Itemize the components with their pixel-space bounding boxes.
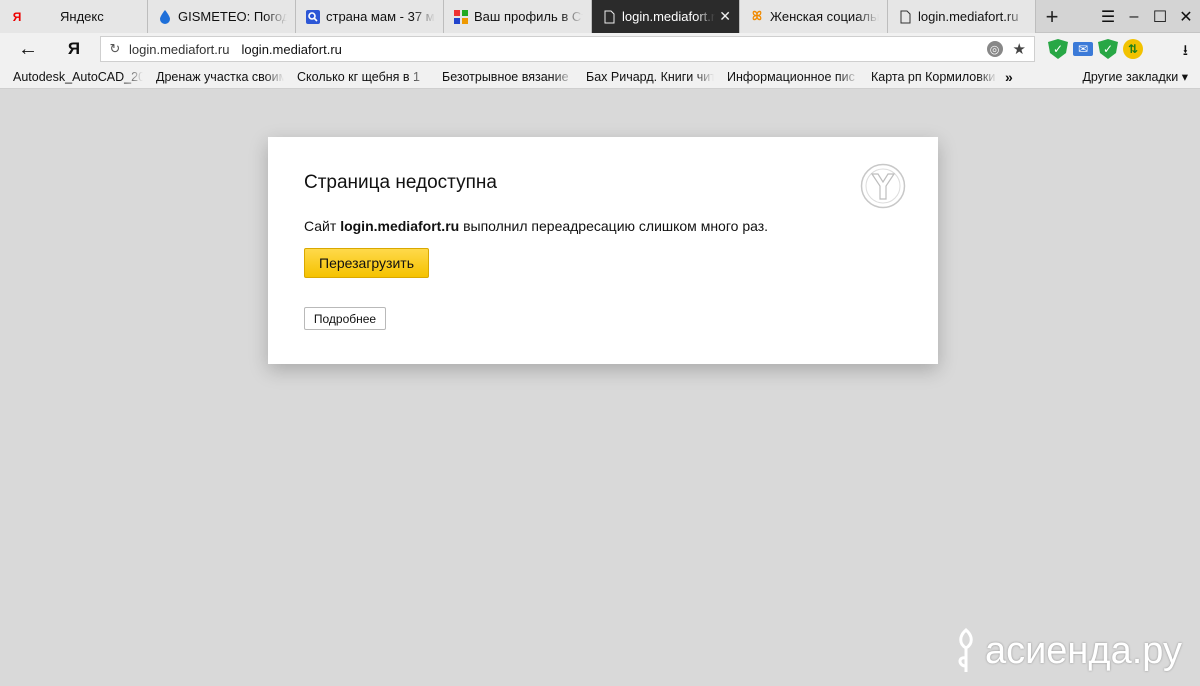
grid-icon <box>454 9 468 24</box>
shield-icon[interactable]: ✓ <box>1098 39 1118 59</box>
other-bookmarks-button[interactable]: Другие закладки ▾ <box>1082 69 1188 84</box>
bookmarks-more-button[interactable]: » <box>1005 69 1013 85</box>
yandex-button[interactable]: Я <box>61 39 87 59</box>
window-controls: ☰ – ☐ ✕ <box>1096 0 1200 33</box>
mail-icon[interactable]: ✉ <box>1073 42 1093 56</box>
tab-label: страна мам - 37 млн <box>326 9 435 24</box>
address-bar[interactable]: ↻ login.mediafort.ru login.mediafort.ru … <box>100 36 1035 62</box>
bookmark-item[interactable]: Карта рп Кормиловки <box>871 70 997 84</box>
yandex-icon: Я <box>12 9 22 24</box>
page-icon <box>898 10 912 24</box>
page-icon <box>602 10 616 24</box>
tab-label: login.mediafort.r <box>622 9 716 24</box>
back-arrow-icon[interactable]: ← <box>15 38 41 61</box>
tab-strana-mam[interactable]: страна мам - 37 млн <box>296 0 444 33</box>
new-tab-button[interactable]: + <box>1038 0 1066 33</box>
maximize-icon[interactable]: ☐ <box>1148 7 1172 27</box>
shield-icon[interactable]: ✓ <box>1048 39 1068 59</box>
reload-icon[interactable]: ↻ <box>101 41 129 57</box>
reload-button[interactable]: Перезагрузить <box>304 248 429 278</box>
tab-label: login.mediafort.ru <box>918 9 1019 24</box>
bookmark-item[interactable]: Дренаж участка своим <box>156 70 284 84</box>
error-message: Сайт login.mediafort.ru выполнил переадр… <box>304 218 769 234</box>
tab-label: Женская социальна <box>770 9 879 24</box>
sync-icon[interactable]: ⇅ <box>1123 39 1143 59</box>
bookmarks-bar: Autodesk_AutoCAD_20 Дренаж участка своим… <box>0 65 1200 89</box>
globe-icon[interactable]: ◎ <box>986 41 1003 57</box>
download-icon[interactable]: ⭳ <box>1183 40 1188 65</box>
menu-icon[interactable]: ☰ <box>1096 7 1120 27</box>
watermark: асиенда.ру <box>953 626 1182 676</box>
star-icon[interactable]: ★ <box>1013 40 1026 58</box>
tab-login[interactable]: login.mediafort.ru <box>888 0 1036 33</box>
close-icon[interactable]: ✕ <box>719 8 731 25</box>
close-window-icon[interactable]: ✕ <box>1174 7 1198 27</box>
watermark-text: асиенда.ру <box>984 629 1182 672</box>
watermark-logo-icon <box>958 628 973 672</box>
details-button[interactable]: Подробнее <box>304 307 386 330</box>
bookmark-item[interactable]: Безотрывное вязание <box>442 70 573 84</box>
drop-icon <box>158 9 172 24</box>
error-site: login.mediafort.ru <box>340 218 460 234</box>
tab-yandex[interactable]: Я Яндекс <box>0 0 148 33</box>
error-title: Страница недоступна <box>304 172 497 193</box>
toolbar: ← Я ↻ login.mediafort.ru login.mediafort… <box>0 33 1200 65</box>
address-url: login.mediafort.ru <box>241 41 342 57</box>
tab-label: Яндекс <box>60 9 104 24</box>
tab-login-active[interactable]: login.mediafort.r ✕ <box>592 0 740 33</box>
bookmark-item[interactable]: Autodesk_AutoCAD_20 <box>13 70 143 84</box>
bookmark-item[interactable]: Бах Ричард. Книги чит <box>586 70 714 84</box>
address-domain: login.mediafort.ru <box>129 41 230 57</box>
tab-label: Ваш профиль в Стр <box>474 9 583 24</box>
error-card: Страница недоступна Сайт login.mediafort… <box>268 137 938 364</box>
tab-strip: Я Яндекс GISMETEO: Погода в страна мам -… <box>0 0 1200 33</box>
minimize-icon[interactable]: – <box>1122 8 1146 26</box>
yandex-browser-logo-icon <box>860 163 906 209</box>
search-icon <box>306 9 320 24</box>
bow-icon: ꕤ <box>752 9 762 23</box>
extensions: ✓ ✉ ✓ ⇅ <box>1048 39 1148 59</box>
tab-profile[interactable]: Ваш профиль в Стр <box>444 0 592 33</box>
bookmark-item[interactable]: Информационное пис <box>727 70 858 84</box>
tab-label: GISMETEO: Погода в <box>178 9 287 24</box>
tab-women-social[interactable]: ꕤ Женская социальна <box>740 0 888 33</box>
tab-gismeteo[interactable]: GISMETEO: Погода в <box>148 0 296 33</box>
bookmark-item[interactable]: Сколько кг щебня в 1 <box>297 70 429 84</box>
